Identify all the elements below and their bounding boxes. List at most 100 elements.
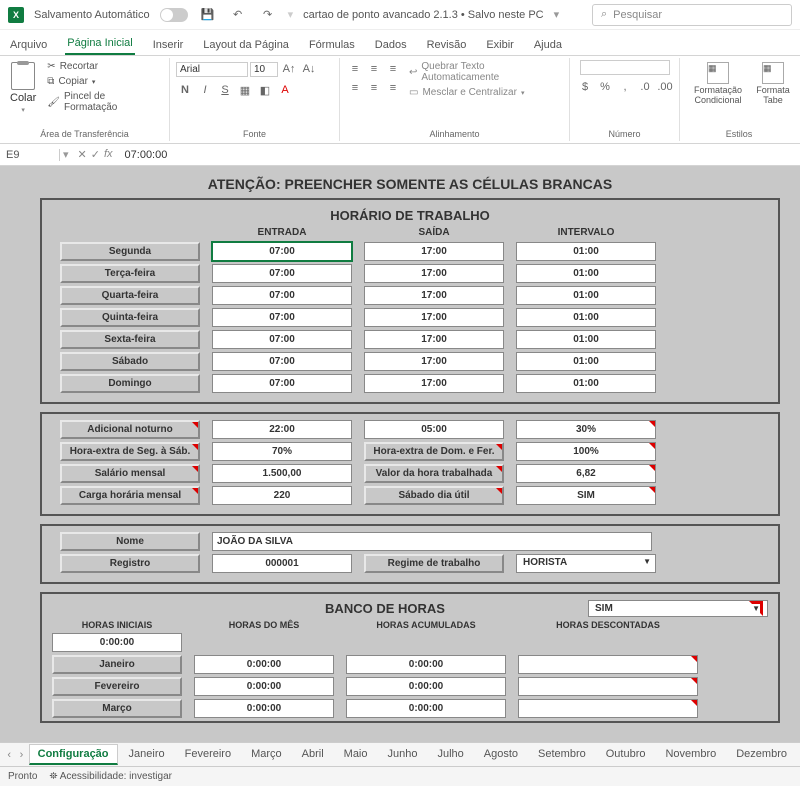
fx-icon[interactable]: fx xyxy=(104,148,113,161)
param-value[interactable]: 1.500,00 xyxy=(212,464,352,483)
banco-enable-select[interactable]: SIM xyxy=(588,600,768,617)
regime-select[interactable]: HORISTA xyxy=(516,554,656,573)
sheet-nav-next-icon[interactable]: › xyxy=(16,749,26,761)
horas-desc-cell[interactable] xyxy=(518,655,698,674)
formula-bar[interactable]: 07:00:00 xyxy=(119,149,800,161)
conditional-formatting-button[interactable]: ▦ Formatação Condicional xyxy=(686,60,750,127)
intervalo-cell[interactable]: 01:00 xyxy=(516,330,656,349)
entrada-cell[interactable]: 07:00 xyxy=(212,374,352,393)
sheet-tab-junho[interactable]: Junho xyxy=(379,744,427,765)
horas-acc-cell[interactable]: 0:00:00 xyxy=(346,655,506,674)
menu-tab-dados[interactable]: Dados xyxy=(373,35,409,55)
intervalo-cell[interactable]: 01:00 xyxy=(516,308,656,327)
increase-font-icon[interactable]: A↑ xyxy=(280,60,298,78)
param-value-2[interactable]: 100% xyxy=(516,442,656,461)
param-label-2[interactable]: 05:00 xyxy=(364,420,504,439)
menu-tab-layout-da-página[interactable]: Layout da Página xyxy=(201,35,291,55)
horas-desc-cell[interactable] xyxy=(518,677,698,696)
merge-center-button[interactable]: ▭Mesclar e Centralizar▾ xyxy=(406,86,563,99)
sheet-tab-configuração[interactable]: Configuração xyxy=(29,744,118,765)
name-box[interactable]: E9 xyxy=(0,149,60,161)
wrap-text-button[interactable]: ↩Quebrar Texto Automaticamente xyxy=(406,60,563,84)
sheet-tab-maio[interactable]: Maio xyxy=(335,744,377,765)
saida-cell[interactable]: 17:00 xyxy=(364,308,504,327)
currency-button[interactable]: $ xyxy=(576,78,594,96)
underline-button[interactable]: S xyxy=(216,81,234,99)
param-value-2[interactable]: 30% xyxy=(516,420,656,439)
menu-tab-exibir[interactable]: Exibir xyxy=(484,35,516,55)
entrada-cell[interactable]: 07:00 xyxy=(212,264,352,283)
horas-desc-cell[interactable] xyxy=(518,699,698,718)
horas-acc-cell[interactable]: 0:00:00 xyxy=(346,677,506,696)
paste-button[interactable]: Colar ▾ xyxy=(6,60,40,127)
sheet-tab-março[interactable]: Março xyxy=(242,744,291,765)
sheet-tab-fevereiro[interactable]: Fevereiro xyxy=(176,744,240,765)
accept-formula-icon[interactable]: ✓ xyxy=(91,148,100,161)
entrada-cell[interactable]: 07:00 xyxy=(212,242,352,261)
redo-icon[interactable]: ↷ xyxy=(258,5,278,25)
menu-tab-arquivo[interactable]: Arquivo xyxy=(8,35,49,55)
font-name-select[interactable]: Arial xyxy=(176,62,248,77)
alignment-grid[interactable]: ≡≡≡ ≡≡≡ xyxy=(346,60,402,127)
intervalo-cell[interactable]: 01:00 xyxy=(516,352,656,371)
sheet-tab-outubro[interactable]: Outubro xyxy=(597,744,655,765)
cancel-formula-icon[interactable]: ✕ xyxy=(78,148,87,161)
worksheet-area[interactable]: ATENÇÃO: PREENCHER SOMENTE AS CÉLULAS BR… xyxy=(0,166,800,742)
fill-color-button[interactable]: ◧ xyxy=(256,81,274,99)
entrada-cell[interactable]: 07:00 xyxy=(212,286,352,305)
accessibility-status[interactable]: ⛯ Acessibilidade: investigar xyxy=(49,771,172,782)
param-value[interactable]: 70% xyxy=(212,442,352,461)
undo-icon[interactable]: ↶ xyxy=(228,5,248,25)
param-value-2[interactable]: 6,82 xyxy=(516,464,656,483)
copy-button[interactable]: ⧉Copiar▾ xyxy=(44,75,163,88)
sheet-tab-setembro[interactable]: Setembro xyxy=(529,744,595,765)
name-input[interactable]: JOÃO DA SILVA xyxy=(212,532,652,551)
number-format-select[interactable] xyxy=(580,60,670,75)
horas-iniciais-input[interactable]: 0:00:00 xyxy=(52,633,182,652)
sheet-nav-prev-icon[interactable]: ‹ xyxy=(4,749,14,761)
entrada-cell[interactable]: 07:00 xyxy=(212,352,352,371)
sheet-tab-janeiro[interactable]: Janeiro xyxy=(120,744,174,765)
cut-button[interactable]: ✂Recortar xyxy=(44,60,163,73)
param-value[interactable]: 22:00 xyxy=(212,420,352,439)
param-value[interactable]: 220 xyxy=(212,486,352,505)
saida-cell[interactable]: 17:00 xyxy=(364,374,504,393)
horas-mes-cell[interactable]: 0:00:00 xyxy=(194,699,334,718)
param-value-2[interactable]: SIM xyxy=(516,486,656,505)
sheet-tab-agosto[interactable]: Agosto xyxy=(475,744,527,765)
bold-button[interactable]: N xyxy=(176,81,194,99)
horas-mes-cell[interactable]: 0:00:00 xyxy=(194,677,334,696)
menu-tab-ajuda[interactable]: Ajuda xyxy=(532,35,564,55)
horas-mes-cell[interactable]: 0:00:00 xyxy=(194,655,334,674)
italic-button[interactable]: I xyxy=(196,81,214,99)
menu-tab-inserir[interactable]: Inserir xyxy=(151,35,186,55)
menu-tab-página-inicial[interactable]: Página Inicial xyxy=(65,33,134,55)
saida-cell[interactable]: 17:00 xyxy=(364,242,504,261)
autosave-toggle[interactable] xyxy=(160,8,188,22)
percent-button[interactable]: % xyxy=(596,78,614,96)
intervalo-cell[interactable]: 01:00 xyxy=(516,286,656,305)
format-table-button[interactable]: ▦ Formata Tabe xyxy=(754,60,792,127)
decrease-font-icon[interactable]: A↓ xyxy=(300,60,318,78)
search-input[interactable]: ⌕ Pesquisar xyxy=(592,4,792,26)
comma-button[interactable]: , xyxy=(616,78,634,96)
decrease-decimal-button[interactable]: .00 xyxy=(656,78,674,96)
menu-tab-fórmulas[interactable]: Fórmulas xyxy=(307,35,357,55)
sheet-tab-novembro[interactable]: Novembro xyxy=(656,744,725,765)
saida-cell[interactable]: 17:00 xyxy=(364,264,504,283)
entrada-cell[interactable]: 07:00 xyxy=(212,308,352,327)
font-color-button[interactable]: A xyxy=(276,81,294,99)
sheet-tab-dezembro[interactable]: Dezembro xyxy=(727,744,796,765)
format-painter-button[interactable]: 🖌Pincel de Formatação xyxy=(44,90,163,114)
sheet-tab-julho[interactable]: Julho xyxy=(428,744,472,765)
registro-input[interactable]: 000001 xyxy=(212,554,352,573)
borders-button[interactable]: ▦ xyxy=(236,81,254,99)
horas-acc-cell[interactable]: 0:00:00 xyxy=(346,699,506,718)
intervalo-cell[interactable]: 01:00 xyxy=(516,242,656,261)
increase-decimal-button[interactable]: .0 xyxy=(636,78,654,96)
saida-cell[interactable]: 17:00 xyxy=(364,330,504,349)
saida-cell[interactable]: 17:00 xyxy=(364,352,504,371)
intervalo-cell[interactable]: 01:00 xyxy=(516,374,656,393)
intervalo-cell[interactable]: 01:00 xyxy=(516,264,656,283)
save-icon[interactable]: 💾 xyxy=(198,5,218,25)
